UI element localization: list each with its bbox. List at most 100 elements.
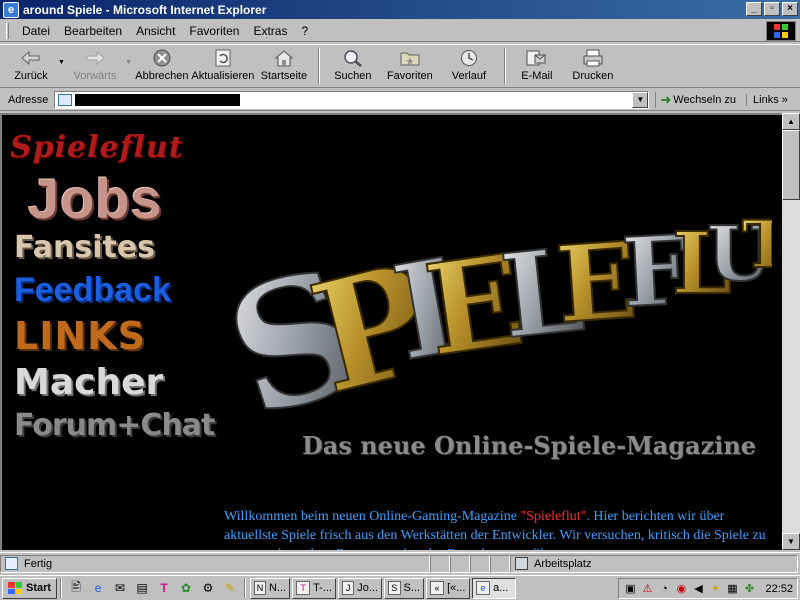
toolbar-separator bbox=[317, 48, 320, 84]
scroll-thumb[interactable] bbox=[782, 130, 800, 200]
outlook-icon[interactable]: ✉ bbox=[111, 579, 129, 597]
address-bar: Adresse ▼ ➜ Wechseln zu Links » bbox=[0, 89, 800, 111]
ie-quicklaunch-icon[interactable]: e bbox=[89, 579, 107, 597]
scroll-down-icon[interactable]: ▼ bbox=[782, 533, 800, 550]
print-icon bbox=[582, 48, 604, 68]
mail-label: E-Mail bbox=[521, 70, 553, 82]
go-button[interactable]: ➜ Wechseln zu bbox=[655, 91, 740, 108]
system-tray: ▣ ⚠ ◔ ◉ ◀ ☀ ▦ ✤ 22:52 bbox=[618, 578, 798, 599]
status-empty-cell bbox=[490, 554, 510, 573]
nav-forum-chat-link[interactable]: Forum+Chat bbox=[14, 411, 215, 441]
t-online-icon[interactable]: T bbox=[155, 579, 173, 597]
task-button-active[interactable]: e a... bbox=[472, 577, 517, 599]
favorites-label: Favoriten bbox=[386, 70, 433, 82]
menu-grip bbox=[6, 22, 9, 39]
menu-help[interactable]: ? bbox=[294, 24, 315, 38]
folder-icon[interactable]: ▤ bbox=[133, 579, 151, 597]
stop-button[interactable]: Abbrechen bbox=[134, 45, 190, 87]
task-label: T-... bbox=[313, 582, 333, 594]
printer-tray-icon[interactable]: ▣ bbox=[623, 582, 637, 596]
print-button[interactable]: Drucken bbox=[560, 45, 626, 87]
task-button[interactable]: «[«... bbox=[426, 577, 471, 599]
network-tray-icon[interactable]: ▦ bbox=[725, 582, 739, 596]
clock[interactable]: 22:52 bbox=[765, 583, 793, 595]
sun-tray-icon[interactable]: ☀ bbox=[708, 582, 722, 596]
history-icon bbox=[458, 48, 480, 68]
refresh-button[interactable]: Aktualisieren bbox=[190, 45, 256, 87]
desktop-icon[interactable]: 🖹 bbox=[67, 579, 85, 597]
toolbar-separator bbox=[503, 48, 506, 84]
nav-jobs-link[interactable]: Jobs bbox=[28, 171, 200, 227]
address-dropdown-icon[interactable]: ▼ bbox=[632, 91, 649, 108]
start-button[interactable]: Start bbox=[2, 577, 58, 599]
page-status-icon bbox=[5, 557, 18, 570]
links-toolbar[interactable]: Links » bbox=[746, 93, 788, 106]
task-button[interactable]: T T-... bbox=[292, 577, 337, 599]
close-button[interactable]: × bbox=[782, 2, 798, 16]
mouse-tray-icon[interactable]: ◔ bbox=[657, 582, 671, 596]
nav-links-link[interactable]: LINKS bbox=[14, 317, 200, 355]
forward-dropdown-icon[interactable]: ▼ bbox=[125, 59, 132, 66]
mail-button[interactable]: E-Mail bbox=[512, 45, 562, 87]
pencil-icon[interactable]: ✎ bbox=[221, 579, 239, 597]
task-button[interactable]: N N... bbox=[250, 577, 291, 599]
title-bar[interactable]: e around Spiele - Microsoft Internet Exp… bbox=[0, 0, 800, 19]
task-label: a... bbox=[493, 582, 509, 594]
menu-bar: Datei Bearbeiten Ansicht Favoriten Extra… bbox=[0, 20, 800, 42]
task-button[interactable]: S S... bbox=[384, 577, 425, 599]
task-app-icon: T bbox=[296, 581, 311, 595]
scroll-up-icon[interactable]: ▲ bbox=[782, 113, 800, 130]
nav-fansites-link[interactable]: Fansites bbox=[14, 233, 200, 263]
task-label: N... bbox=[268, 582, 287, 594]
address-input[interactable]: ▼ bbox=[54, 90, 650, 109]
ie-icon: e bbox=[3, 1, 19, 18]
windows-logo-icon bbox=[766, 21, 796, 41]
task-button[interactable]: J Jo... bbox=[338, 577, 383, 599]
window-title: around Spiele - Microsoft Internet Explo… bbox=[23, 2, 267, 17]
history-label: Verlauf bbox=[451, 70, 486, 82]
favorites-button[interactable]: Favoriten bbox=[380, 45, 440, 87]
warning-tray-icon[interactable]: ⚠ bbox=[640, 582, 654, 596]
network-icon[interactable]: ✿ bbox=[177, 579, 195, 597]
menu-edit[interactable]: Bearbeiten bbox=[57, 24, 129, 38]
go-arrow-icon: ➜ bbox=[660, 91, 672, 107]
menu-view[interactable]: Ansicht bbox=[129, 24, 182, 38]
nav-feedback-link[interactable]: Feedback bbox=[14, 273, 200, 307]
nav-spieleflut-link[interactable]: Spieleflut bbox=[10, 133, 200, 163]
quicklaunch-separator bbox=[60, 578, 63, 598]
antivirus-tray-icon[interactable]: ◉ bbox=[674, 582, 688, 596]
menu-favorites[interactable]: Favoriten bbox=[182, 24, 246, 38]
clover-tray-icon[interactable]: ✤ bbox=[742, 582, 756, 596]
refresh-label: Aktualisieren bbox=[191, 70, 255, 82]
menu-file[interactable]: Datei bbox=[15, 24, 57, 38]
favorites-folder-icon bbox=[399, 48, 421, 68]
stop-label: Abbrechen bbox=[135, 70, 189, 82]
redacted-url bbox=[75, 93, 241, 106]
menu-tools[interactable]: Extras bbox=[246, 24, 294, 38]
maximize-button[interactable]: ▫ bbox=[764, 2, 780, 16]
back-dropdown-icon[interactable]: ▼ bbox=[58, 59, 65, 66]
zone-text: Arbeitsplatz bbox=[534, 557, 592, 570]
nav-macher-link[interactable]: Macher bbox=[14, 365, 200, 401]
intro-highlight: "Spieleflut" bbox=[520, 509, 587, 524]
minimize-button[interactable]: _ bbox=[746, 2, 762, 16]
forward-button[interactable]: Vorwärts bbox=[67, 45, 123, 87]
page-content: Spieleflut Jobs Fansites Feedback LINKS … bbox=[0, 113, 782, 550]
start-label: Start bbox=[26, 582, 52, 594]
home-button[interactable]: Startseite bbox=[256, 45, 312, 87]
vertical-scrollbar[interactable]: ▲ ▼ bbox=[782, 113, 800, 550]
task-app-icon: J bbox=[342, 581, 355, 595]
volume-tray-icon[interactable]: ◀ bbox=[691, 582, 705, 596]
mail-icon bbox=[526, 48, 548, 68]
forward-arrow-icon bbox=[84, 48, 106, 68]
page-icon bbox=[58, 93, 73, 106]
back-button[interactable]: Zurück bbox=[6, 45, 56, 87]
address-label: Adresse bbox=[8, 93, 49, 106]
search-button[interactable]: Suchen bbox=[326, 45, 380, 87]
history-button[interactable]: Verlauf bbox=[440, 45, 498, 87]
task-label: [«... bbox=[447, 582, 466, 594]
go-label: Wechseln zu bbox=[673, 93, 737, 106]
tools-icon[interactable]: ⚙ bbox=[199, 579, 217, 597]
intro-paragraph: Willkommen beim neuen Online-Gaming-Maga… bbox=[224, 507, 776, 550]
computer-icon bbox=[515, 557, 528, 570]
